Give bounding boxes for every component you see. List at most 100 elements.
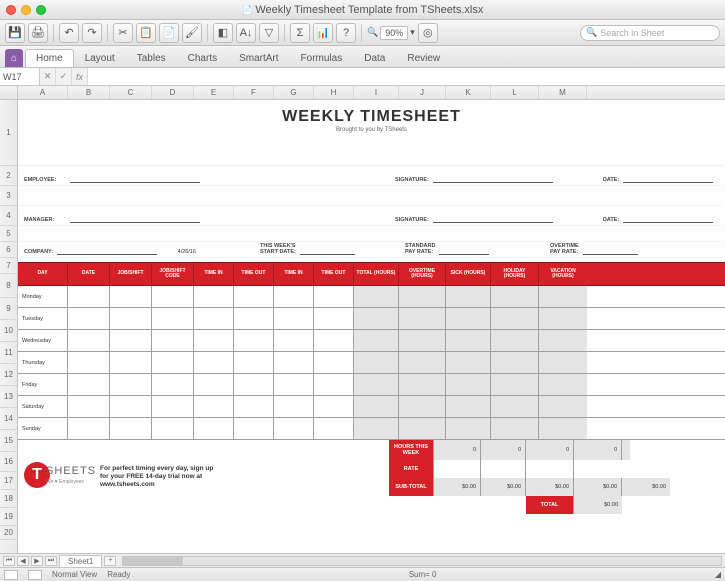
col-K[interactable]: K bbox=[446, 86, 491, 99]
cell[interactable] bbox=[314, 330, 354, 351]
tab-formulas[interactable]: Formulas bbox=[290, 49, 354, 67]
col-D[interactable]: D bbox=[152, 86, 194, 99]
cell[interactable] bbox=[446, 330, 491, 351]
prev-sheet-button[interactable]: ◀ bbox=[17, 556, 29, 566]
cell[interactable] bbox=[110, 330, 152, 351]
cell[interactable] bbox=[194, 374, 234, 395]
cell[interactable] bbox=[110, 352, 152, 373]
cell[interactable] bbox=[539, 286, 587, 307]
cell[interactable] bbox=[354, 308, 399, 329]
cell[interactable] bbox=[152, 286, 194, 307]
cell[interactable] bbox=[491, 286, 539, 307]
cell[interactable] bbox=[491, 374, 539, 395]
cell[interactable] bbox=[234, 330, 274, 351]
cell[interactable] bbox=[68, 352, 110, 373]
tab-review[interactable]: Review bbox=[396, 49, 451, 67]
cell[interactable] bbox=[152, 418, 194, 439]
select-all-corner[interactable] bbox=[0, 86, 18, 99]
tab-layout[interactable]: Layout bbox=[74, 49, 126, 67]
field-employee[interactable] bbox=[70, 174, 200, 183]
autosum-button[interactable]: Σ bbox=[290, 23, 310, 43]
cell[interactable] bbox=[399, 418, 446, 439]
last-sheet-button[interactable]: ⏭ bbox=[45, 556, 57, 566]
field-signature-2[interactable] bbox=[433, 214, 553, 223]
field-date-2[interactable] bbox=[623, 214, 713, 223]
cell[interactable] bbox=[446, 396, 491, 417]
row-4[interactable]: 4 bbox=[0, 206, 17, 226]
name-box[interactable]: W17 bbox=[0, 68, 40, 85]
row-8[interactable]: 8 bbox=[0, 274, 17, 298]
cell[interactable] bbox=[491, 330, 539, 351]
redo-button[interactable]: ↷ bbox=[82, 23, 102, 43]
row-15[interactable]: 15 bbox=[0, 430, 17, 452]
grid-cells[interactable]: WEEKLY TIMESHEET Brought to you by TShee… bbox=[18, 100, 725, 553]
resize-grip-icon[interactable]: ◢ bbox=[715, 570, 721, 579]
cell[interactable] bbox=[539, 352, 587, 373]
col-J[interactable]: J bbox=[399, 86, 446, 99]
cell[interactable] bbox=[110, 396, 152, 417]
col-B[interactable]: B bbox=[68, 86, 110, 99]
cell[interactable] bbox=[68, 374, 110, 395]
row-9[interactable]: 9 bbox=[0, 298, 17, 320]
cell[interactable] bbox=[234, 352, 274, 373]
cell[interactable] bbox=[234, 418, 274, 439]
formula-input[interactable] bbox=[88, 68, 725, 85]
save-button[interactable]: 💾 bbox=[5, 23, 25, 43]
rate-sick[interactable] bbox=[481, 460, 526, 478]
cell[interactable] bbox=[491, 308, 539, 329]
cell[interactable] bbox=[539, 418, 587, 439]
field-company[interactable] bbox=[57, 246, 157, 255]
row-3[interactable]: 3 bbox=[0, 186, 17, 206]
row-5[interactable]: 5 bbox=[0, 226, 17, 242]
filter-button[interactable]: ▽ bbox=[259, 23, 279, 43]
paste-button[interactable]: 📄 bbox=[159, 23, 179, 43]
undo-button[interactable]: ↶ bbox=[59, 23, 79, 43]
cell[interactable] bbox=[110, 286, 152, 307]
col-F[interactable]: F bbox=[234, 86, 274, 99]
cell[interactable] bbox=[314, 308, 354, 329]
cell[interactable] bbox=[68, 286, 110, 307]
sort-button[interactable]: A↓ bbox=[236, 23, 256, 43]
field-date-1[interactable] bbox=[623, 174, 713, 183]
zoom-fit-button[interactable]: ◎ bbox=[418, 23, 438, 43]
cell[interactable] bbox=[314, 418, 354, 439]
cell[interactable] bbox=[314, 286, 354, 307]
cell[interactable] bbox=[399, 396, 446, 417]
cell[interactable] bbox=[194, 418, 234, 439]
rate-overtime[interactable] bbox=[434, 460, 481, 478]
cell[interactable] bbox=[234, 396, 274, 417]
normal-view-button[interactable] bbox=[4, 570, 18, 580]
accept-formula-button[interactable]: ✓ bbox=[56, 68, 72, 85]
cell[interactable] bbox=[354, 286, 399, 307]
cell[interactable] bbox=[539, 374, 587, 395]
cell[interactable] bbox=[274, 418, 314, 439]
cell[interactable] bbox=[152, 352, 194, 373]
cell[interactable] bbox=[194, 352, 234, 373]
row-10[interactable]: 10 bbox=[0, 320, 17, 342]
field-ot-rate[interactable] bbox=[583, 246, 638, 255]
cell[interactable] bbox=[314, 374, 354, 395]
cell[interactable] bbox=[68, 330, 110, 351]
cell[interactable] bbox=[194, 396, 234, 417]
field-std-rate[interactable] bbox=[439, 246, 489, 255]
rate-vacation[interactable] bbox=[574, 460, 622, 478]
cell[interactable] bbox=[234, 286, 274, 307]
rate-holiday[interactable] bbox=[526, 460, 574, 478]
first-sheet-button[interactable]: ⏮ bbox=[3, 556, 15, 566]
col-H[interactable]: H bbox=[314, 86, 354, 99]
ribbon-home-icon[interactable]: ⌂ bbox=[5, 49, 23, 67]
cell[interactable] bbox=[152, 308, 194, 329]
cell[interactable] bbox=[110, 308, 152, 329]
tab-home[interactable]: Home bbox=[25, 49, 74, 67]
cell[interactable] bbox=[539, 308, 587, 329]
copy-button[interactable]: 📋 bbox=[136, 23, 156, 43]
cell[interactable] bbox=[274, 286, 314, 307]
cell[interactable] bbox=[314, 352, 354, 373]
cell[interactable] bbox=[314, 396, 354, 417]
cell[interactable] bbox=[274, 330, 314, 351]
cell[interactable] bbox=[354, 374, 399, 395]
cell[interactable] bbox=[68, 418, 110, 439]
chart-button[interactable]: 📊 bbox=[313, 23, 333, 43]
cell[interactable] bbox=[539, 396, 587, 417]
tab-charts[interactable]: Charts bbox=[177, 49, 228, 67]
